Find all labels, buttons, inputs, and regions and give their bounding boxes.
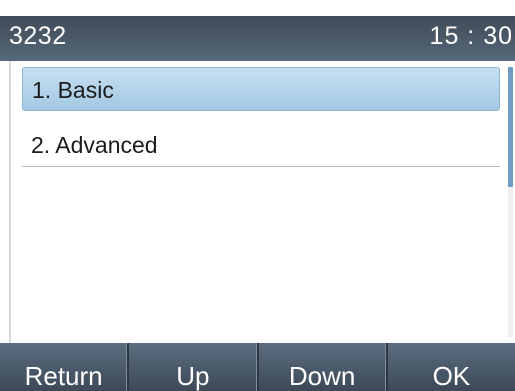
- account-label: 3232: [9, 22, 67, 50]
- ok-button[interactable]: OK: [388, 343, 515, 391]
- menu-item-basic[interactable]: 1. Basic: [22, 67, 500, 111]
- menu-item-advanced[interactable]: 2. Advanced: [22, 123, 500, 167]
- down-button-label: Down: [288, 361, 356, 391]
- return-button-label: Return: [24, 361, 103, 391]
- clock: 15 : 30: [429, 22, 513, 50]
- down-button[interactable]: Down: [259, 343, 388, 391]
- menu-item-label: 2. Advanced: [31, 132, 158, 158]
- menu-item-label: 1. Basic: [32, 77, 114, 103]
- softkey-bar: Return Up Down OK: [0, 343, 515, 391]
- ok-button-label: OK: [432, 361, 471, 391]
- menu-list: 1. Basic 2. Advanced: [0, 61, 515, 343]
- up-button[interactable]: Up: [129, 343, 259, 391]
- list-left-divider: [9, 61, 11, 343]
- scrollbar-thumb[interactable]: [508, 67, 513, 187]
- up-button-label: Up: [176, 361, 210, 391]
- status-bar: 3232 15 : 30: [0, 16, 515, 61]
- return-button[interactable]: Return: [0, 343, 130, 391]
- phone-screen: 3232 15 : 30 1. Basic 2. Advanced Return…: [0, 0, 515, 391]
